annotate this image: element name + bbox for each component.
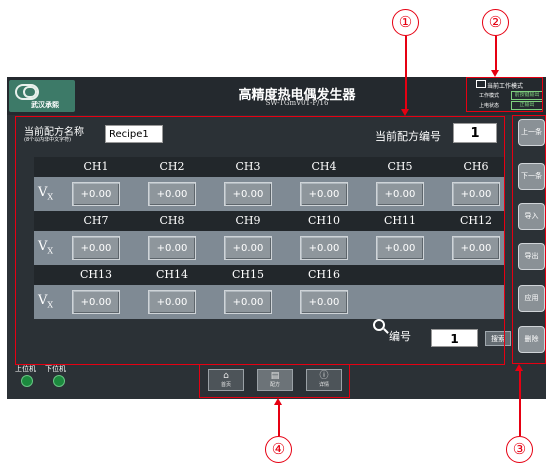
annotation-box-3 — [512, 115, 546, 364]
annotation-label-4: ④ — [265, 436, 292, 463]
annotation-box-2 — [466, 77, 543, 112]
annotation-arrowhead-4 — [274, 398, 282, 405]
upper-station-led — [21, 375, 33, 387]
app-model: SW-TGmV01-P/16 — [265, 99, 329, 107]
annotation-arrow-3 — [519, 371, 521, 436]
annotation-arrow-4 — [278, 405, 280, 436]
logo-ring-inner-icon — [23, 86, 37, 98]
annotation-label-1: ① — [392, 9, 419, 36]
annotation-label-3: ③ — [506, 436, 533, 463]
annotation-arrow-1 — [405, 36, 407, 109]
annotation-arrow-2 — [495, 36, 497, 70]
lower-station-led — [53, 375, 65, 387]
lower-station-label: 下位机 — [45, 365, 66, 373]
annotation-box-4 — [199, 364, 350, 398]
annotation-label-2: ② — [482, 9, 509, 36]
brand-logo: 武汉承熙 — [9, 80, 75, 112]
brand-name: 武汉承熙 — [31, 101, 59, 109]
annotation-box-1 — [15, 116, 505, 365]
upper-station-label: 上位机 — [15, 365, 36, 373]
annotation-arrowhead-1 — [401, 109, 409, 116]
annotation-arrowhead-3 — [515, 364, 523, 371]
annotation-arrowhead-2 — [491, 70, 499, 77]
